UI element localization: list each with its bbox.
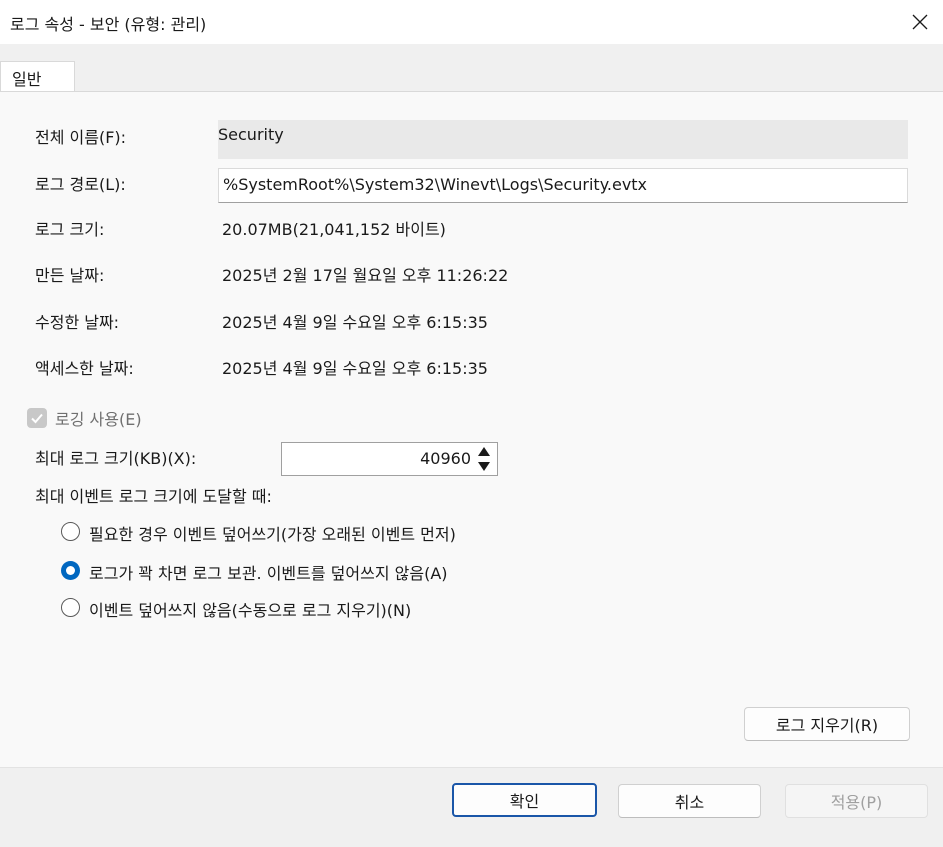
created-value: 2025년 2월 17일 월요일 오후 11:26:22: [222, 266, 509, 285]
cancel-button[interactable]: 취소: [618, 784, 761, 818]
apply-button[interactable]: 적용(P): [785, 784, 928, 818]
tab-strip: 일반: [0, 44, 943, 92]
radio-archive-when-full-label: 로그가 꽉 차면 로그 보관. 이벤트를 덮어쓰지 않음(A): [89, 564, 448, 583]
radio-overwrite-as-needed-label: 필요한 경우 이벤트 덮어쓰기(가장 오래된 이벤트 먼저): [89, 525, 456, 544]
modified-value: 2025년 4월 9일 수요일 오후 6:15:35: [222, 313, 488, 332]
when-max-label: 최대 이벤트 로그 크기에 도달할 때:: [35, 487, 272, 506]
max-size-label: 최대 로그 크기(KB)(X):: [35, 449, 197, 468]
title-bar: 로그 속성 - 보안 (유형: 관리): [0, 0, 943, 44]
full-name-value: Security: [218, 125, 284, 144]
check-icon: [31, 413, 43, 424]
log-size-label: 로그 크기:: [35, 220, 105, 239]
radio-do-not-overwrite[interactable]: [61, 598, 80, 617]
tab-general-label: 일반: [12, 70, 42, 89]
enable-logging-label: 로깅 사용(E): [55, 410, 142, 429]
log-size-value: 20.07MB(21,041,152 바이트): [222, 220, 446, 239]
ok-button[interactable]: 확인: [452, 783, 597, 817]
full-name-field: Security: [218, 120, 908, 159]
radio-archive-when-full[interactable]: [61, 561, 80, 580]
enable-logging-checkbox[interactable]: [27, 408, 47, 428]
radio-do-not-overwrite-label: 이벤트 덮어쓰지 않음(수동으로 로그 지우기)(N): [89, 601, 412, 620]
full-name-label: 전체 이름(F):: [35, 128, 127, 147]
accessed-label: 액세스한 날짜:: [35, 359, 134, 378]
window-title: 로그 속성 - 보안 (유형: 관리): [10, 15, 207, 34]
spin-down-button[interactable]: [474, 460, 494, 474]
created-label: 만든 날짜:: [35, 266, 105, 285]
close-icon: [912, 14, 928, 30]
spin-arrows: [473, 444, 495, 474]
tab-general[interactable]: 일반: [0, 61, 75, 92]
log-path-label: 로그 경로(L):: [35, 175, 126, 194]
modified-label: 수정한 날짜:: [35, 313, 120, 332]
arrow-down-icon: [478, 462, 490, 471]
accessed-value: 2025년 4월 9일 수요일 오후 6:15:35: [222, 359, 488, 378]
log-path-field[interactable]: %SystemRoot%\System32\Winevt\Logs\Securi…: [218, 168, 908, 203]
radio-overwrite-as-needed[interactable]: [61, 522, 80, 541]
close-button[interactable]: [897, 0, 943, 44]
max-size-value[interactable]: 40960: [420, 449, 471, 468]
log-properties-dialog: 로그 속성 - 보안 (유형: 관리) 일반 전체 이름(F): Securit…: [0, 0, 943, 847]
spin-up-button[interactable]: [474, 444, 494, 458]
max-size-stepper[interactable]: 40960: [281, 442, 498, 476]
clear-log-button[interactable]: 로그 지우기(R): [744, 707, 910, 741]
arrow-up-icon: [478, 447, 490, 456]
